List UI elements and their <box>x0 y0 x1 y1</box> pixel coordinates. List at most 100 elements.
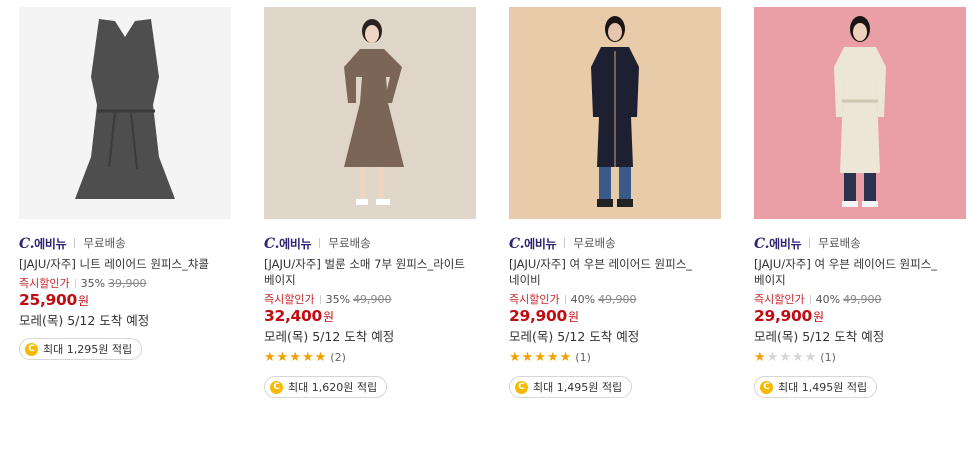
product-image[interactable] <box>264 7 476 219</box>
delivery-estimate: 모레(목) 5/12 도착 예정 <box>264 329 395 344</box>
divider <box>74 238 76 248</box>
sale-price: 29,900 <box>509 307 568 325</box>
brand-row: C.에비뉴 무료배송 <box>509 235 723 252</box>
point-badge: C 최대 1,495원 적립 <box>754 376 878 398</box>
point-coin-icon: C <box>25 342 38 356</box>
product-card[interactable]: C.에비뉴 무료배송 [JAJU/자주] 벌룬 소매 7부 원피스_라이트 베이… <box>264 0 478 398</box>
discount-label: 즉시할인가 <box>754 293 805 306</box>
product-grid: C.에비뉴 무료배송 [JAJU/자주] 니트 레이어드 원피스_챠콜 즉시할인… <box>0 0 970 449</box>
star-icon: ★ <box>804 349 817 365</box>
divider <box>809 238 811 248</box>
star-icon: ★ <box>546 349 559 365</box>
discount-row: 즉시할인가 40% 49,900 <box>754 292 968 307</box>
product-card[interactable]: C.에비뉴 무료배송 [JAJU/자주] 여 우븐 레이어드 원피스_베이지 즉… <box>754 0 968 398</box>
product-title[interactable]: [JAJU/자주] 니트 레이어드 원피스_챠콜 <box>19 256 231 272</box>
product-title[interactable]: [JAJU/자주] 벌룬 소매 7부 원피스_라이트 베이지 <box>264 256 476 288</box>
shipping-label: 무료배송 <box>818 236 861 250</box>
sale-price: 29,900 <box>754 307 813 325</box>
rating[interactable]: ★ ★ ★ ★ ★ (1) <box>754 350 968 364</box>
dress-photo-2 <box>264 7 476 219</box>
rating[interactable]: ★ ★ ★ ★ ★ (1) <box>509 350 723 364</box>
product-card[interactable]: C.에비뉴 무료배송 [JAJU/자주] 여 우븐 레이어드 원피스_네이비 즉… <box>509 0 723 398</box>
discount-rate: 35% <box>80 276 106 290</box>
delivery-estimate: 모레(목) 5/12 도착 예정 <box>754 329 885 344</box>
star-icon: ★ <box>766 349 779 365</box>
product-image[interactable] <box>19 7 231 219</box>
product-card[interactable]: C.에비뉴 무료배송 [JAJU/자주] 니트 레이어드 원피스_챠콜 즉시할인… <box>19 0 233 360</box>
discount-label: 즉시할인가 <box>19 277 70 290</box>
star-rating: ★ ★ ★ ★ ★ <box>509 351 571 364</box>
point-text: 최대 1,495원 적립 <box>533 381 623 394</box>
product-title[interactable]: [JAJU/자주] 여 우븐 레이어드 원피스_네이비 <box>509 256 721 288</box>
currency: 원 <box>813 310 825 324</box>
sale-price: 25,900 <box>19 291 78 309</box>
dress-photo-1 <box>19 7 231 219</box>
discount-row: 즉시할인가 35% 49,900 <box>264 292 478 307</box>
dress-photo-4 <box>754 7 966 219</box>
delivery-estimate: 모레(목) 5/12 도착 예정 <box>19 313 150 328</box>
delivery-estimate: 모레(목) 5/12 도착 예정 <box>509 329 640 344</box>
original-price: 49,900 <box>843 292 882 306</box>
divider <box>319 238 321 248</box>
review-count: (1) <box>820 350 836 364</box>
discount-rate: 35% <box>325 292 351 306</box>
rating[interactable]: ★ ★ ★ ★ ★ (2) <box>264 350 478 364</box>
star-icon: ★ <box>754 349 766 365</box>
currency: 원 <box>78 294 90 308</box>
brand-row: C.에비뉴 무료배송 <box>264 235 478 252</box>
point-coin-icon: C <box>270 380 283 394</box>
brand-logo[interactable]: C.에비뉴 <box>509 235 557 252</box>
star-icon: ★ <box>559 349 572 365</box>
original-price: 49,900 <box>598 292 637 306</box>
discount-row: 즉시할인가 40% 49,900 <box>509 292 723 307</box>
original-price: 39,900 <box>108 276 147 290</box>
shipping-label: 무료배송 <box>573 236 616 250</box>
point-text: 최대 1,495원 적립 <box>778 381 868 394</box>
discount-rate: 40% <box>815 292 841 306</box>
price-row: 32,400 원 <box>264 307 478 327</box>
discount-row: 즉시할인가 35% 39,900 <box>19 276 233 291</box>
brand-logo[interactable]: C.에비뉴 <box>264 235 312 252</box>
divider <box>564 238 566 248</box>
shipping-label: 무료배송 <box>328 236 371 250</box>
point-text: 최대 1,620원 적립 <box>288 381 378 394</box>
star-icon: ★ <box>521 349 534 365</box>
brand-logo[interactable]: C.에비뉴 <box>754 235 802 252</box>
dress-photo-3 <box>509 7 721 219</box>
brand-logo[interactable]: C.에비뉴 <box>19 235 67 252</box>
star-icon: ★ <box>264 349 276 365</box>
currency: 원 <box>323 310 335 324</box>
star-icon: ★ <box>289 349 301 365</box>
price-row: 25,900 원 <box>19 291 233 311</box>
star-icon: ★ <box>791 349 804 365</box>
star-icon: ★ <box>534 349 546 365</box>
currency: 원 <box>568 310 580 324</box>
point-coin-icon: C <box>760 380 773 394</box>
star-icon: ★ <box>301 349 314 365</box>
point-coin-icon: C <box>515 380 528 394</box>
star-icon: ★ <box>779 349 791 365</box>
discount-label: 즉시할인가 <box>264 293 315 306</box>
star-rating: ★ ★ ★ ★ ★ <box>754 351 816 364</box>
review-count: (1) <box>575 350 591 364</box>
review-count: (2) <box>330 350 346 364</box>
product-title[interactable]: [JAJU/자주] 여 우븐 레이어드 원피스_베이지 <box>754 256 966 288</box>
price-row: 29,900 원 <box>509 307 723 327</box>
star-icon: ★ <box>276 349 289 365</box>
discount-rate: 40% <box>570 292 596 306</box>
star-icon: ★ <box>314 349 327 365</box>
sale-price: 32,400 <box>264 307 323 325</box>
star-rating: ★ ★ ★ ★ ★ <box>264 351 326 364</box>
price-row: 29,900 원 <box>754 307 968 327</box>
point-badge: C 최대 1,620원 적립 <box>264 376 388 398</box>
brand-row: C.에비뉴 무료배송 <box>19 235 233 252</box>
brand-row: C.에비뉴 무료배송 <box>754 235 968 252</box>
original-price: 49,900 <box>353 292 392 306</box>
product-image[interactable] <box>754 7 966 219</box>
point-badge: C 최대 1,295원 적립 <box>19 338 143 360</box>
discount-label: 즉시할인가 <box>509 293 560 306</box>
point-text: 최대 1,295원 적립 <box>43 343 133 356</box>
point-badge: C 최대 1,495원 적립 <box>509 376 633 398</box>
product-image[interactable] <box>509 7 721 219</box>
star-icon: ★ <box>509 349 521 365</box>
